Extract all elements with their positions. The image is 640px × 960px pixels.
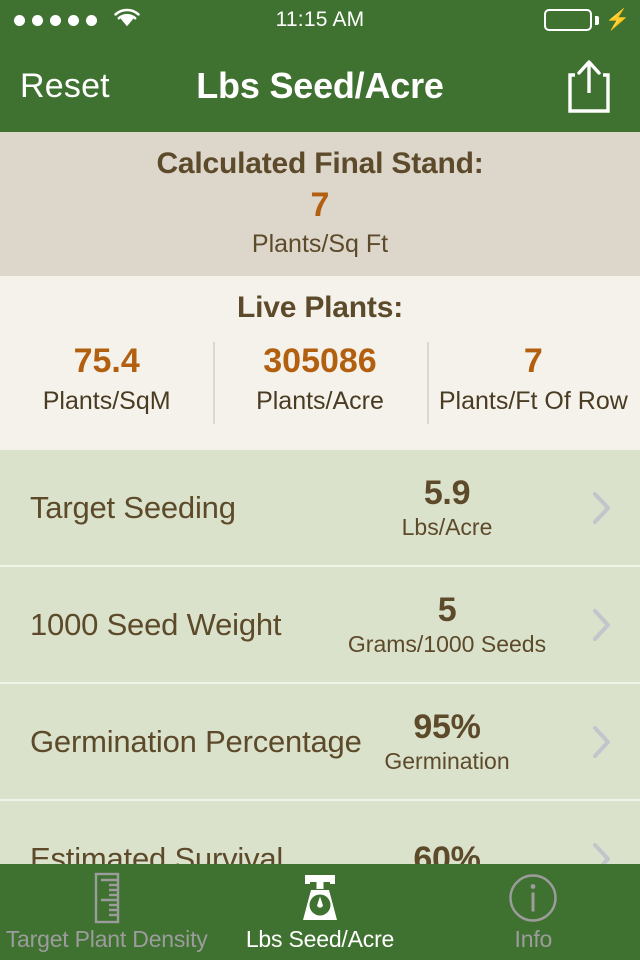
calculated-final-stand-panel: Calculated Final Stand: 7 Plants/Sq Ft bbox=[0, 132, 640, 276]
wifi-icon bbox=[114, 8, 140, 32]
tab-info[interactable]: Info bbox=[427, 864, 640, 960]
share-icon bbox=[568, 60, 610, 113]
row-label: 1000 Seed Weight bbox=[30, 606, 282, 642]
live-plants-value: 75.4 bbox=[73, 342, 140, 380]
row-label: Target Seeding bbox=[30, 489, 236, 525]
live-plants-unit: Plants/Ft Of Row bbox=[438, 387, 628, 415]
page-title: Lbs Seed/Acre bbox=[196, 65, 444, 106]
status-bar: 11:15 AM ⚡ bbox=[0, 0, 640, 40]
calculated-stand-unit: Plants/Sq Ft bbox=[251, 230, 389, 258]
signal-dot bbox=[50, 14, 61, 26]
live-plants-title: Live Plants: bbox=[237, 291, 403, 324]
live-plants-column: 7 Plants/Ft Of Row bbox=[426, 338, 640, 424]
tab-bar: Target Plant Density Lbs Seed/Acre Info bbox=[0, 864, 640, 960]
chevron-right-icon bbox=[593, 608, 610, 641]
tab-label: Target Plant Density bbox=[5, 926, 208, 952]
row-value-group: 95% Germination bbox=[332, 707, 562, 776]
ruler-icon bbox=[87, 872, 127, 924]
row-label: Germination Percentage bbox=[30, 723, 362, 759]
chevron-right-icon bbox=[593, 725, 610, 758]
row-value: 95% bbox=[413, 708, 481, 746]
share-button[interactable] bbox=[564, 57, 614, 115]
battery-full-icon bbox=[544, 9, 593, 31]
table-row[interactable]: 1000 Seed Weight 5 Grams/1000 Seeds bbox=[0, 567, 640, 684]
status-bar-left bbox=[0, 8, 140, 32]
nav-bar: Reset Lbs Seed/Acre bbox=[0, 40, 640, 132]
battery-nub bbox=[595, 15, 600, 25]
table-row[interactable]: Germination Percentage 95% Germination bbox=[0, 684, 640, 801]
status-bar-right: ⚡ bbox=[544, 0, 630, 40]
row-value-group: 5 Grams/1000 Seeds bbox=[332, 590, 562, 659]
tab-lbs-seed-acre[interactable]: Lbs Seed/Acre bbox=[213, 864, 426, 960]
table-row[interactable]: Target Seeding 5.9 Lbs/Acre bbox=[0, 450, 640, 567]
signal-dot bbox=[68, 14, 79, 26]
live-plants-unit: Plants/SqM bbox=[42, 387, 171, 415]
live-plants-value: 305086 bbox=[263, 342, 377, 380]
live-plants-value: 7 bbox=[523, 342, 543, 380]
signal-dot bbox=[14, 14, 25, 26]
row-value: 5.9 bbox=[423, 474, 471, 512]
live-plants-column: 75.4 Plants/SqM bbox=[0, 338, 213, 418]
lightning-bolt-icon: ⚡ bbox=[605, 9, 630, 31]
tab-target-plant-density[interactable]: Target Plant Density bbox=[0, 864, 213, 960]
live-plants-unit: Plants/Acre bbox=[256, 387, 384, 415]
app-screen: 11:15 AM ⚡ Reset Lbs Seed/Acre Calculate… bbox=[0, 0, 640, 960]
signal-dot bbox=[32, 14, 43, 26]
scale-icon bbox=[294, 872, 346, 924]
live-plants-columns: 75.4 Plants/SqM 305086 Plants/Acre 7 Pla… bbox=[0, 338, 640, 434]
chevron-right-icon bbox=[593, 491, 610, 524]
row-value: 5 bbox=[437, 591, 457, 629]
row-unit: Lbs/Acre bbox=[401, 514, 493, 540]
row-value-group: 5.9 Lbs/Acre bbox=[332, 473, 562, 542]
row-unit: Germination bbox=[384, 748, 510, 774]
row-unit: Grams/1000 Seeds bbox=[347, 631, 547, 657]
signal-strength-dots bbox=[14, 14, 97, 26]
info-icon bbox=[507, 872, 559, 924]
calculated-stand-value: 7 bbox=[310, 186, 330, 224]
tab-label: Info bbox=[514, 926, 553, 952]
tab-label: Lbs Seed/Acre bbox=[245, 926, 395, 952]
calculated-stand-title: Calculated Final Stand: bbox=[156, 147, 484, 180]
clock-time: 11:15 AM bbox=[275, 8, 365, 31]
live-plants-column: 305086 Plants/Acre bbox=[213, 338, 426, 424]
live-plants-panel: Live Plants: 75.4 Plants/SqM 305086 Plan… bbox=[0, 276, 640, 450]
signal-dot bbox=[86, 14, 97, 26]
